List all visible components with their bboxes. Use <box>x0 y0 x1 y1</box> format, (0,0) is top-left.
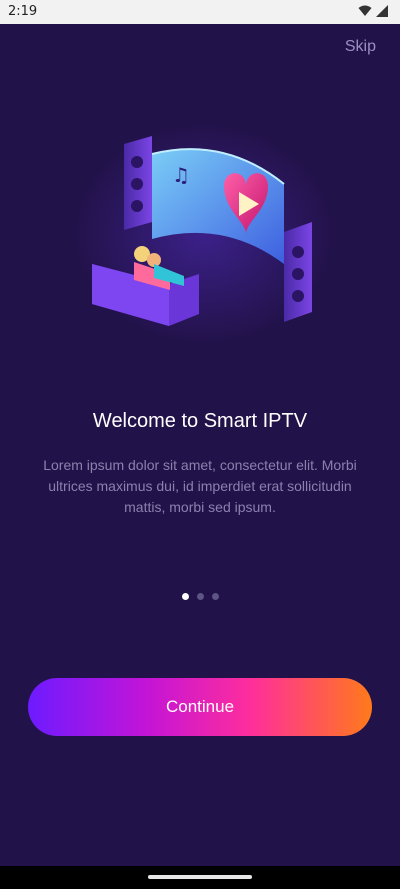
page-dot-1[interactable] <box>181 593 189 600</box>
status-icons <box>358 5 388 17</box>
welcome-description: Lorem ipsum dolor sit amet, consectetur … <box>43 457 357 515</box>
page-indicator <box>0 593 400 600</box>
status-bar: 2:19 <box>0 0 400 24</box>
status-time: 2:19 <box>8 4 38 19</box>
onboarding-screen: Skip ♫ Welcome to Smart IPTV Lorem ipsum… <box>0 24 400 866</box>
welcome-title: Welcome to Smart IPTV <box>92 410 308 432</box>
continue-button[interactable]: Continue <box>28 678 372 736</box>
page-dot-3[interactable] <box>211 593 219 600</box>
navigation-bar <box>0 866 400 889</box>
page-dot-2[interactable] <box>196 593 204 600</box>
skip-button[interactable]: Skip <box>345 38 376 56</box>
wifi-icon <box>358 5 372 16</box>
signal-icon <box>376 5 388 17</box>
svg-text:♫: ♫ <box>172 163 190 187</box>
home-indicator[interactable] <box>148 875 252 879</box>
home-theater-illustration: ♫ <box>74 124 334 344</box>
